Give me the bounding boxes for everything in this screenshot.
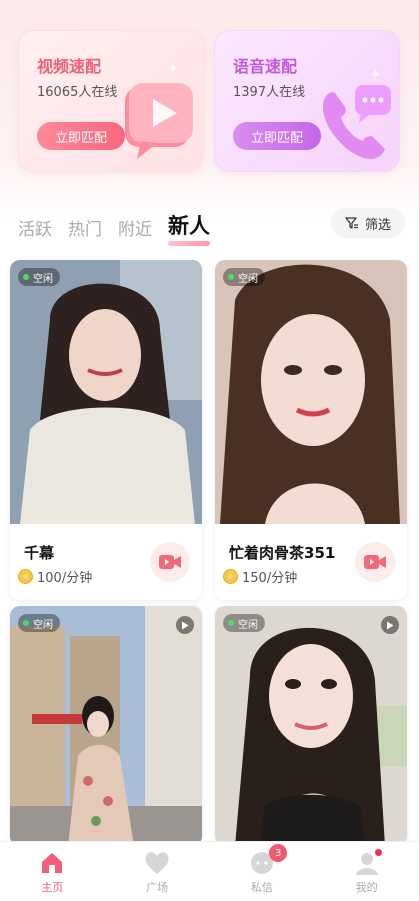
notification-dot bbox=[375, 849, 382, 856]
coin-icon bbox=[18, 569, 33, 584]
user-photo-image bbox=[215, 606, 407, 846]
user-info: 忙着肉骨茶351 150/分钟 bbox=[215, 524, 407, 600]
video-camera-icon bbox=[159, 555, 181, 569]
play-video-icon[interactable] bbox=[176, 616, 194, 634]
phone-call-icon bbox=[322, 85, 391, 159]
video-online-count: 16065人在线 bbox=[37, 85, 118, 100]
voice-match-card[interactable]: 语音速配 1397人在线 立即匹配 ✦ bbox=[214, 30, 400, 172]
online-status-dot bbox=[228, 274, 234, 280]
price-text: 150/分钟 bbox=[242, 571, 298, 586]
category-tabs: 活跃 热门 附近 新人 bbox=[18, 204, 210, 246]
status-text: 空闲 bbox=[33, 273, 53, 285]
status-badge: 空闲 bbox=[223, 614, 265, 632]
status-text: 空闲 bbox=[238, 619, 258, 631]
user-photo: 空闲 bbox=[215, 260, 407, 524]
user-card[interactable]: 空闲 bbox=[215, 606, 407, 846]
tab-popular[interactable]: 热门 bbox=[68, 215, 102, 240]
user-info: 千幕 100/分钟 bbox=[10, 524, 202, 600]
heart-icon bbox=[145, 852, 169, 874]
filter-label: 筛选 bbox=[364, 217, 391, 233]
home-icon bbox=[42, 853, 63, 873]
tab-newcomers-label: 新人 bbox=[168, 214, 210, 238]
online-status-dot bbox=[228, 620, 234, 626]
video-match-button[interactable]: 立即匹配 bbox=[37, 122, 125, 150]
user-photo-image bbox=[215, 260, 407, 524]
filter-button[interactable]: 筛选 bbox=[331, 208, 405, 238]
voice-match-title: 语音速配 bbox=[233, 57, 298, 76]
user-card[interactable]: 空闲 千幕 100/分钟 bbox=[10, 260, 202, 600]
unread-badge: 3 bbox=[269, 844, 288, 862]
bottom-nav: 主页 广场 3 私信 我的 bbox=[0, 841, 419, 901]
user-photo: 空闲 bbox=[10, 260, 202, 524]
video-call-button[interactable] bbox=[355, 542, 395, 582]
nav-label-messages: 私信 bbox=[250, 881, 273, 894]
video-match-title: 视频速配 bbox=[37, 57, 102, 76]
nav-item-square[interactable]: 广场 bbox=[105, 842, 210, 901]
status-badge: 空闲 bbox=[18, 268, 60, 286]
video-call-button[interactable] bbox=[150, 542, 190, 582]
user-name: 忙着肉骨茶351 bbox=[229, 544, 336, 562]
status-badge: 空闲 bbox=[223, 268, 265, 286]
tab-active-users[interactable]: 活跃 bbox=[18, 215, 52, 240]
coin-icon bbox=[223, 569, 238, 584]
user-photo-image bbox=[10, 606, 202, 846]
user-card[interactable]: 空闲 bbox=[10, 606, 202, 846]
sparkle-icon: ✦ bbox=[167, 61, 179, 77]
active-tab-indicator bbox=[168, 241, 210, 246]
video-camera-icon bbox=[364, 555, 386, 569]
nav-item-messages[interactable]: 3 私信 bbox=[210, 842, 315, 901]
voice-online-count: 1397人在线 bbox=[233, 85, 306, 100]
nav-item-profile[interactable]: 我的 bbox=[314, 842, 419, 901]
user-photo: 空闲 bbox=[215, 606, 407, 846]
online-status-dot bbox=[23, 274, 29, 280]
play-video-icon[interactable] bbox=[381, 616, 399, 634]
user-price: 150/分钟 bbox=[223, 567, 297, 586]
tab-nearby[interactable]: 附近 bbox=[118, 215, 152, 240]
nav-label-home: 主页 bbox=[41, 881, 64, 894]
nav-item-home[interactable]: 主页 bbox=[0, 842, 105, 901]
status-text: 空闲 bbox=[238, 273, 258, 285]
status-text: 空闲 bbox=[33, 619, 53, 631]
status-badge: 空闲 bbox=[18, 614, 60, 632]
voice-match-button[interactable]: 立即匹配 bbox=[233, 122, 321, 150]
user-name: 千幕 bbox=[24, 544, 55, 562]
user-photo-image bbox=[10, 260, 202, 524]
user-price: 100/分钟 bbox=[18, 567, 92, 586]
price-text: 100/分钟 bbox=[37, 571, 93, 586]
filter-icon bbox=[345, 217, 358, 229]
user-card[interactable]: 空闲 忙着肉骨茶351 150/分钟 bbox=[215, 260, 407, 600]
video-match-card[interactable]: 视频速配 16065人在线 立即匹配 ✦ bbox=[18, 30, 204, 172]
nav-label-profile: 我的 bbox=[355, 881, 378, 894]
nav-label-square: 广场 bbox=[146, 881, 169, 894]
user-photo: 空闲 bbox=[10, 606, 202, 846]
online-status-dot bbox=[23, 620, 29, 626]
tab-newcomers[interactable]: 新人 bbox=[168, 210, 210, 246]
video-play-icon bbox=[125, 83, 193, 159]
